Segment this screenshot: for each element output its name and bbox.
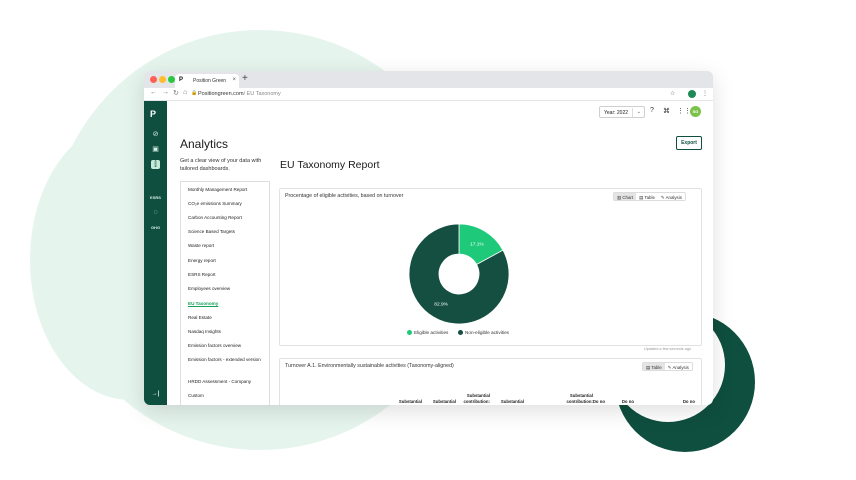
browser-menu-icon[interactable]: ⋮ [702, 90, 708, 97]
stage: P Position Green × + ← → ↻ ⌂ 🔒 Positiong… [0, 0, 856, 480]
report-item[interactable]: Nasdaq Insights [188, 329, 268, 335]
report-item[interactable]: Energy report [188, 258, 268, 264]
legend-non-eligible: Non-eligible activities [458, 330, 509, 335]
view-toggle: ▤ Table ✎ Analysis [642, 362, 693, 371]
report-item[interactable]: HRDD Assessment - Company [188, 379, 268, 385]
collapse-sidebar-icon[interactable]: →| [144, 391, 167, 397]
org-icon[interactable]: ⌘ [663, 107, 670, 115]
report-item[interactable]: Real Estate [188, 315, 268, 321]
star-icon[interactable]: ☆ [670, 90, 675, 97]
table-header: Substantial contribution: [463, 393, 491, 404]
app-sidebar: P ⊘ ▣ ⫿ ESRS ◌ GHG →| [144, 101, 167, 405]
card-title: Turnover A.1. Environmentally sustainabl… [285, 363, 454, 369]
eligible-activities-card: Procentage of eligible activities, based… [279, 188, 702, 346]
report-item[interactable]: Emission factors overview [188, 343, 268, 349]
view-toggle: ▥ Chart ▤ Table ✎ Analysis [613, 192, 686, 201]
table-header: Substantial [398, 399, 422, 404]
report-title: EU Taxonomy Report [280, 159, 380, 171]
chart-view-button[interactable]: ▥ Chart [614, 193, 637, 200]
report-item[interactable]: Waste report [188, 243, 268, 249]
export-button[interactable]: Export [676, 136, 702, 150]
help-icon[interactable]: ? [650, 107, 654, 114]
minimize-window-dot[interactable] [159, 76, 166, 83]
card-title: Procentage of eligible activities, based… [285, 193, 404, 199]
analysis-view-button[interactable]: ✎ Analysis [665, 363, 692, 370]
table-header: Substantial [432, 399, 456, 404]
table-header: Substantial [500, 399, 524, 404]
loading-icon[interactable]: ◌ [151, 208, 160, 217]
app-topbar: Year: 2022 ⌄ ? ⌘ ⋮⋮ SG [167, 101, 713, 121]
year-select[interactable]: Year: 2022 ⌄ [599, 106, 645, 118]
table-header: Do no [682, 399, 695, 404]
year-select-divider [632, 108, 633, 117]
new-tab-icon[interactable]: + [242, 73, 248, 84]
report-item[interactable]: CO₂e emissions Summary [188, 201, 268, 207]
browser-tab[interactable]: P Position Green × [175, 74, 239, 88]
analysis-view-button[interactable]: ✎ Analysis [658, 193, 685, 200]
sidebar-item-esrs[interactable]: ESRS [144, 195, 167, 200]
turnover-table-card: Turnover A.1. Environmentally sustainabl… [279, 358, 702, 405]
chevron-down-icon: ⌄ [636, 109, 641, 115]
forward-icon[interactable]: → [162, 89, 169, 96]
browser-window: P Position Green × + ← → ↻ ⌂ 🔒 Positiong… [144, 71, 713, 405]
report-item[interactable]: Monthly Management Report [188, 187, 268, 193]
legend-eligible: Eligible activities [407, 330, 448, 335]
report-item[interactable]: ESRS Report [188, 272, 268, 278]
url-text[interactable]: Positiongreen.com/ EU Taxonomy [198, 91, 281, 97]
report-item[interactable]: Custom [188, 393, 268, 399]
tab-logo-icon: P [179, 77, 184, 83]
page-title: Analytics [180, 137, 229, 151]
report-icon[interactable]: ▣ [151, 145, 160, 154]
browser-address-bar: ← → ↻ ⌂ 🔒 Positiongreen.com/ EU Taxonomy… [144, 88, 713, 101]
browser-profile-icon[interactable] [688, 90, 696, 98]
table-view-button[interactable]: ▤ Table [636, 193, 658, 200]
report-item[interactable]: Science Based Targets [188, 229, 268, 235]
page-subtitle: Get a clear view of your data with tailo… [180, 158, 262, 172]
lock-icon: 🔒 [191, 90, 198, 96]
report-item[interactable]: Emission factors - extended version [188, 357, 268, 363]
table-view-button[interactable]: ▤ Table [643, 363, 665, 370]
dashboard-icon[interactable]: ⊘ [151, 130, 160, 139]
report-item-active[interactable]: EU Taxonomy [188, 301, 268, 307]
apps-grid-icon[interactable]: ⋮⋮ [677, 107, 691, 115]
tab-title: Position Green [193, 78, 227, 84]
analytics-icon[interactable]: ⫿ [151, 160, 160, 169]
close-window-dot[interactable] [150, 76, 157, 83]
sidebar-item-ghg[interactable]: GHG [144, 225, 167, 230]
report-list: Monthly Management Report CO₂e emissions… [180, 181, 270, 405]
avatar[interactable]: SG [690, 106, 701, 117]
tab-close-icon[interactable]: × [232, 77, 236, 83]
report-item[interactable]: Carbon Accounting Report [188, 215, 268, 221]
table-header: Do no [592, 399, 605, 404]
table-header: Do no [621, 399, 634, 404]
browser-tab-bar: P Position Green × + [144, 71, 713, 88]
reload-icon[interactable]: ↻ [173, 89, 179, 97]
updated-timestamp: Updated a few seconds ago [644, 347, 692, 351]
maximize-window-dot[interactable] [168, 76, 175, 83]
home-icon[interactable]: ⌂ [183, 89, 187, 96]
back-icon[interactable]: ← [150, 89, 157, 96]
app-logo-icon[interactable]: P [150, 109, 156, 119]
year-select-value: Year: 2022 [604, 110, 629, 116]
report-item[interactable]: Employees overview [188, 286, 268, 292]
